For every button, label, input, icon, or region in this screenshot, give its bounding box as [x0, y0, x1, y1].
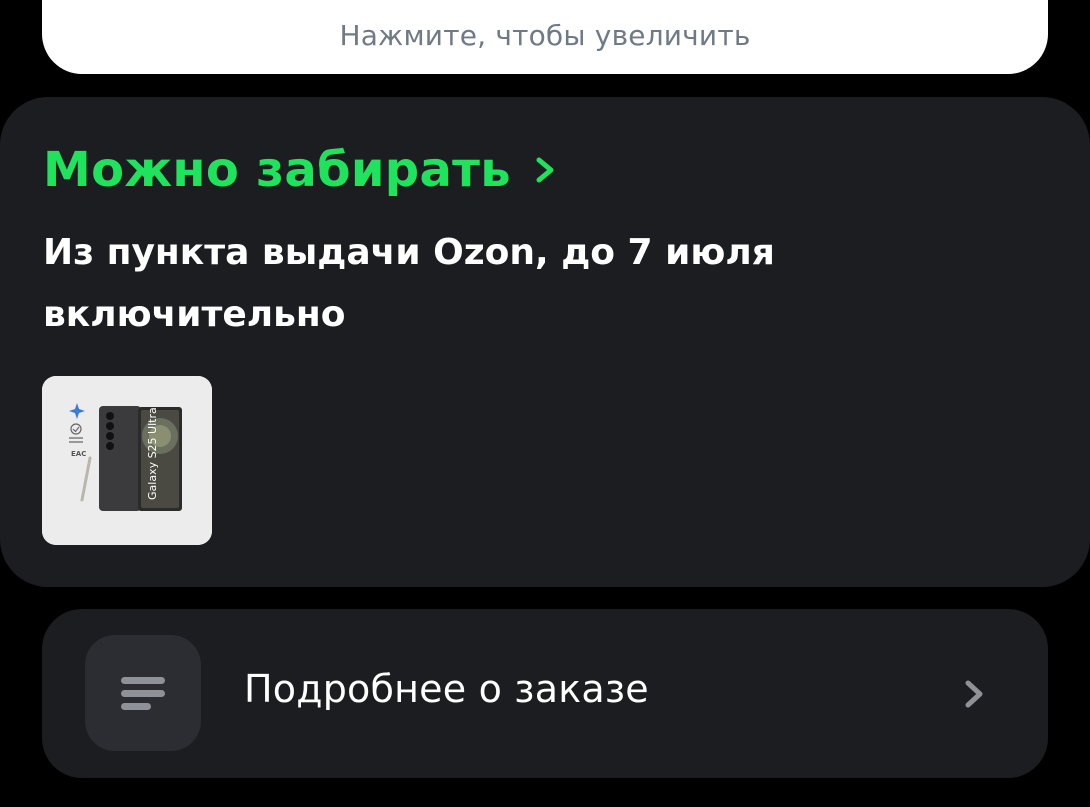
chevron-right-icon [536, 157, 554, 183]
chevron-right-icon [965, 680, 983, 708]
product-name: Galaxy S25 Ultra [146, 407, 159, 500]
product-thumbnail[interactable]: EAC Galaxy S25 Ultra [42, 376, 212, 545]
order-screen: Нажмите, чтобы увеличить Можно забирать … [0, 0, 1090, 807]
product-image: EAC Galaxy S25 Ultra [42, 376, 212, 545]
pickup-description: Из пункта выдачи Ozon, до 7 июля включит… [43, 232, 775, 335]
order-details-row[interactable]: Подробнее о заказе [42, 609, 1048, 778]
status-title: Можно забирать [43, 142, 511, 198]
list-icon [121, 677, 165, 710]
status-title-link[interactable]: Можно забирать [43, 142, 559, 198]
zoom-hint: Нажмите, чтобы увеличить [339, 19, 751, 52]
details-icon-box [85, 635, 201, 751]
svg-text:EAC: EAC [71, 450, 86, 458]
order-details-label: Подробнее о заказе [244, 667, 649, 711]
barcode-zoom-card[interactable]: Нажмите, чтобы увеличить [42, 0, 1048, 74]
